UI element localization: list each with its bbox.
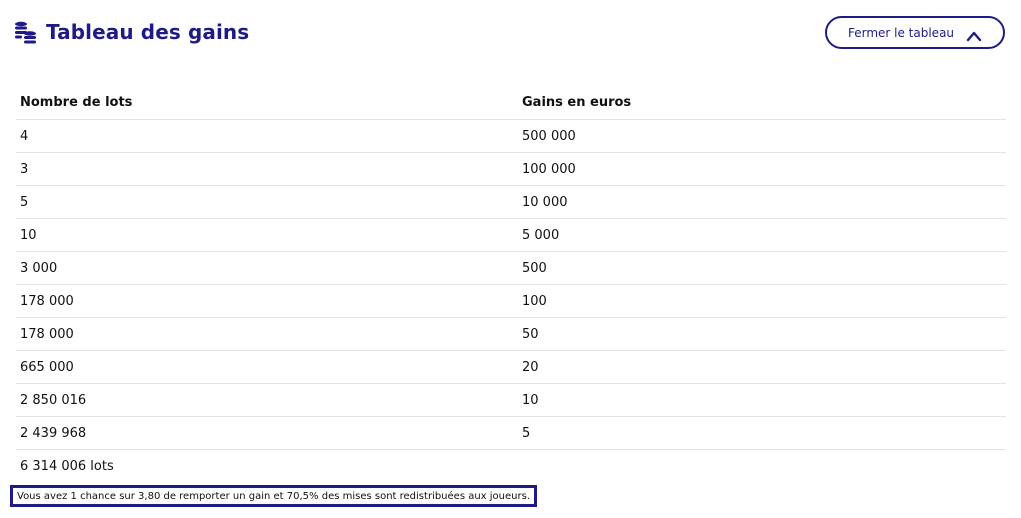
lots-cell: 4 — [20, 128, 29, 144]
gains-cell: 5 000 — [522, 227, 560, 243]
column-header-lots: Nombre de lots — [20, 95, 133, 110]
gains-cell: 100 000 — [522, 161, 576, 177]
table-row: 2 439 968 5 — [16, 417, 1006, 450]
lots-cell: 3 — [20, 161, 29, 177]
table-row: 3 100 000 — [16, 153, 1006, 186]
lots-cell: 178 000 — [20, 326, 74, 342]
gains-cell: 500 000 — [522, 128, 576, 144]
table-row: 178 000 50 — [16, 318, 1006, 351]
gains-cell: 10 000 — [522, 194, 568, 210]
total-lots-cell: 6 314 006 lots — [20, 458, 114, 474]
close-table-label: Fermer le tableau — [847, 25, 955, 40]
gains-cell: 20 — [522, 359, 539, 375]
gains-cell: 500 — [522, 260, 547, 276]
table-total-row: 6 314 006 lots — [16, 450, 1006, 482]
title-wrap: Tableau des gains — [14, 20, 249, 44]
table-row: 3 000 500 — [16, 252, 1006, 285]
odds-note-text: Vous avez 1 chance sur 3,80 de remporter… — [17, 490, 530, 502]
coins-icon — [14, 20, 38, 44]
lots-cell: 665 000 — [20, 359, 74, 375]
table-row: 5 10 000 — [16, 186, 1006, 219]
lots-cell: 5 — [20, 194, 29, 210]
lots-cell: 10 — [20, 227, 37, 243]
gains-cell: 50 — [522, 326, 539, 342]
header: Tableau des gains Fermer le tableau — [14, 14, 1005, 54]
column-header-gains: Gains en euros — [522, 95, 632, 110]
lots-cell: 178 000 — [20, 293, 74, 309]
close-table-button[interactable]: Fermer le tableau — [825, 16, 1005, 49]
lots-cell: 3 000 — [20, 260, 58, 276]
table-header-row: Nombre de lots Gains en euros — [16, 86, 1006, 120]
table-row: 2 850 016 10 — [16, 384, 1006, 417]
lots-cell: 2 439 968 — [20, 425, 87, 441]
odds-note: Vous avez 1 chance sur 3,80 de remporter… — [10, 485, 537, 507]
page-title: Tableau des gains — [46, 20, 250, 44]
gains-table: Nombre de lots Gains en euros 4 500 000 … — [16, 86, 1006, 482]
table-row: 665 000 20 — [16, 351, 1006, 384]
table-row: 4 500 000 — [16, 120, 1006, 153]
gains-cell: 5 — [522, 425, 531, 441]
gains-cell: 10 — [522, 392, 539, 408]
table-row: 10 5 000 — [16, 219, 1006, 252]
table-row: 178 000 100 — [16, 285, 1006, 318]
chevron-up-icon — [966, 27, 982, 41]
lots-cell: 2 850 016 — [20, 392, 87, 408]
gains-cell: 100 — [522, 293, 547, 309]
